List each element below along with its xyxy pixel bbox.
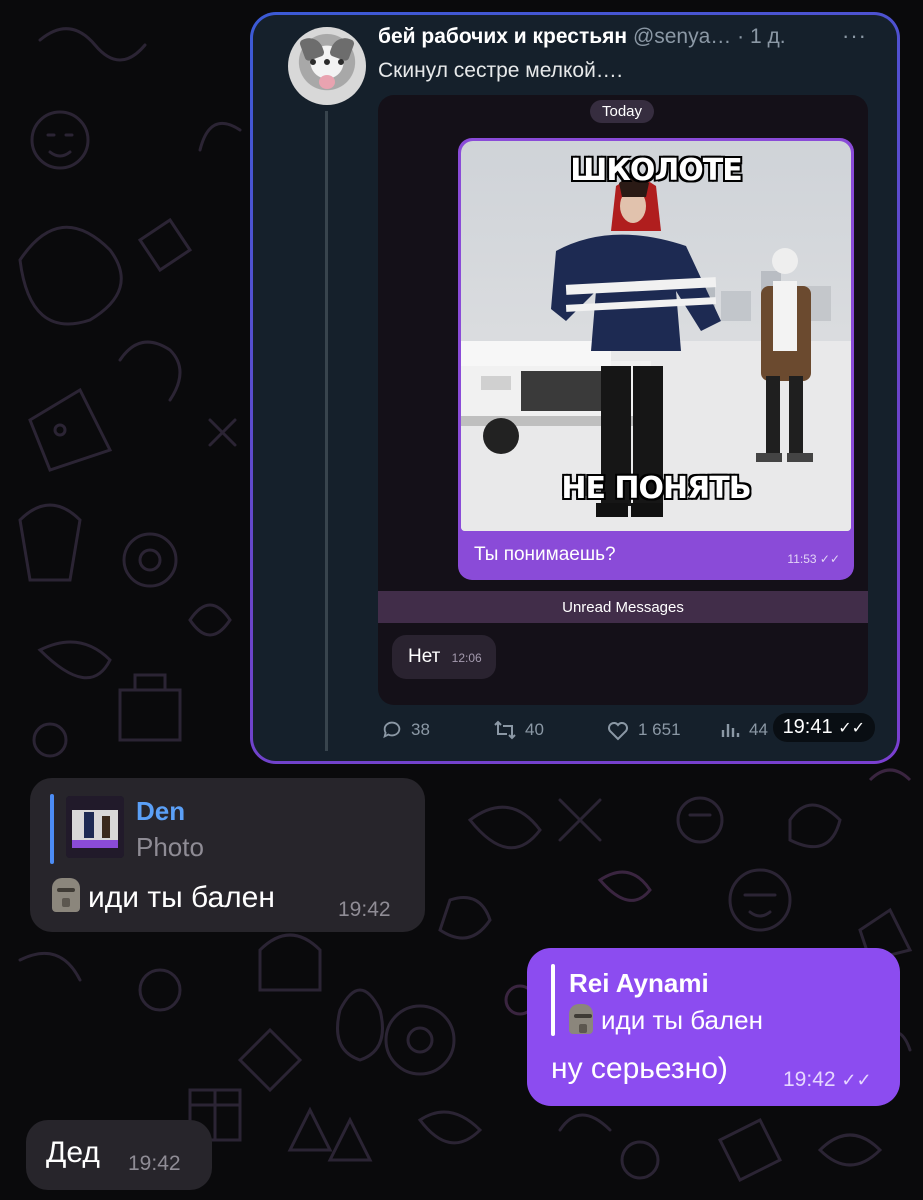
meme-caption: Ты понимаешь? xyxy=(474,544,616,565)
reply-icon xyxy=(383,721,401,739)
inner-reply-time: 12:06 xyxy=(451,651,482,665)
more-horizontal-icon[interactable]: ··· xyxy=(842,23,867,49)
double-check-icon: ✓✓ xyxy=(841,1070,872,1090)
forward-message-time: 19:41 ✓✓ xyxy=(772,713,875,742)
views-count: 44 xyxy=(749,720,768,739)
reply-preview: иди ты бален xyxy=(601,1005,764,1035)
incoming-message[interactable]: Дед 19:42 xyxy=(26,1120,212,1190)
meme-photo: ШКОЛОТЕ НЕ ПОНЯТЬ xyxy=(461,141,851,531)
reply-quote-bar xyxy=(50,794,54,864)
inner-reply-text: Нет xyxy=(408,646,441,667)
tweet-age: · 1 д. xyxy=(737,25,786,48)
tweet-text: Скинул сестре мелкой…. xyxy=(378,59,623,82)
tweet-author-avatar[interactable] xyxy=(288,27,366,105)
reply-preview-row: иди ты бален xyxy=(569,1004,763,1036)
reply-action[interactable]: 38 xyxy=(381,719,430,741)
meme-top-text: ШКОЛОТЕ xyxy=(570,153,742,188)
outgoing-message-reply[interactable]: Rei Aynami иди ты бален ну серьезно) 19:… xyxy=(527,948,900,1106)
thread-line xyxy=(325,111,328,751)
message-time: 19:42 xyxy=(338,898,391,921)
tweet-author-name[interactable]: бей рабочих и крестьян xyxy=(378,25,627,48)
forwarded-tweet-message[interactable]: бей рабочих и крестьян @senya… · 1 д. ··… xyxy=(250,12,900,764)
moai-icon xyxy=(569,1004,593,1034)
bar-chart-icon xyxy=(721,724,740,737)
reply-author: Rei Aynami xyxy=(569,968,709,998)
heart-icon xyxy=(608,722,628,741)
message-time: 19:42 xyxy=(128,1152,181,1175)
retweet-icon xyxy=(494,720,516,740)
message-text: ну серьезно) xyxy=(551,1052,728,1085)
tweet-attached-screenshot[interactable]: Today ШКОЛОТЕ НЕ ПОНЯТЬ Ты понимаешь? 11… xyxy=(378,95,868,705)
message-time: 19:42 xyxy=(783,1068,836,1091)
message-time-row: 19:42 ✓✓ xyxy=(783,1068,872,1092)
reply-count: 38 xyxy=(411,720,430,739)
tweet-author-handle[interactable]: @senya… xyxy=(633,25,731,48)
like-action[interactable]: 1 651 xyxy=(606,719,681,741)
incoming-message-reply[interactable]: Den Photo иди ты бален 19:42 xyxy=(30,778,425,932)
inner-reply-message: Нет 12:06 xyxy=(392,635,496,679)
views-action[interactable]: 44 xyxy=(719,719,768,741)
meme-time: 11:53 ✓✓ xyxy=(787,552,840,566)
date-pill: Today xyxy=(590,100,655,123)
tweet-header: бей рабочих и крестьян @senya… · 1 д. xyxy=(378,25,786,49)
like-count: 1 651 xyxy=(638,720,681,739)
meme-bottom-text: НЕ ПОНЯТЬ xyxy=(561,471,751,506)
double-check-icon: ✓✓ xyxy=(819,552,840,566)
message-text: Дед xyxy=(46,1136,100,1169)
meme-message: ШКОЛОТЕ НЕ ПОНЯТЬ Ты понимаешь? 11:53 ✓✓ xyxy=(458,138,854,580)
retweet-action[interactable]: 40 xyxy=(493,719,544,741)
retweet-count: 40 xyxy=(525,720,544,739)
tweet-card: бей рабочих и крестьян @senya… · 1 д. ··… xyxy=(253,15,897,761)
message-text-row: иди ты бален xyxy=(52,878,275,915)
double-check-icon: ✓✓ xyxy=(838,720,865,737)
reply-photo-thumbnail[interactable] xyxy=(66,796,124,858)
unread-divider: Unread Messages xyxy=(378,591,868,623)
reply-quote-bar xyxy=(551,964,555,1036)
message-text: иди ты бален xyxy=(88,881,275,914)
reply-preview: Photo xyxy=(136,832,204,862)
reply-author: Den xyxy=(136,796,186,826)
moai-icon xyxy=(52,878,80,912)
